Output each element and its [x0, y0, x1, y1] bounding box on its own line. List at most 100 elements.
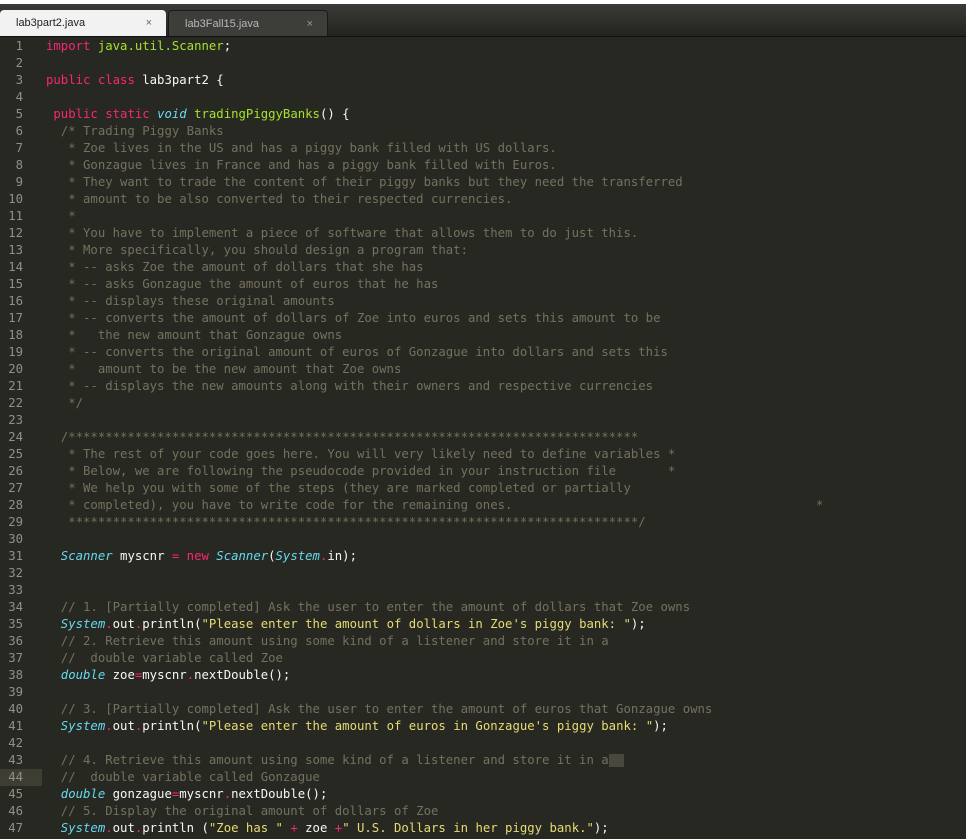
line-number: 25 — [8, 447, 23, 461]
code-line[interactable]: 33 — [0, 582, 966, 599]
code-line[interactable]: 20 * amount to be the new amount that Zo… — [0, 361, 966, 378]
code-line[interactable]: 11 * — [0, 208, 966, 225]
code-line[interactable]: 46 // 5. Display the original amount of … — [0, 803, 966, 820]
code-text: System.out.println ("Zoe has " + zoe +" … — [46, 820, 609, 837]
code-token: Scanner — [46, 549, 121, 563]
code-line[interactable]: 17 * -- converts the amount of dollars o… — [0, 310, 966, 327]
line-number: 4 — [15, 90, 23, 104]
code-line[interactable]: 3 public class lab3part2 { — [0, 72, 966, 89]
code-line[interactable]: 24 /************************************… — [0, 429, 966, 446]
code-line[interactable]: 15 * -- asks Gonzague the amount of euro… — [0, 276, 966, 293]
code-text: * -- displays these original amounts — [46, 293, 335, 310]
code-text: * The rest of your code goes here. You w… — [46, 446, 675, 463]
code-text: // 2. Retrieve this amount using some ki… — [46, 633, 609, 650]
code-line[interactable]: 37 // double variable called Zoe — [0, 650, 966, 667]
line-number: 43 — [8, 753, 23, 767]
code-line[interactable]: 41 System.out.println("Please enter the … — [0, 718, 966, 735]
line-number: 17 — [8, 311, 23, 325]
line-number: 47 — [8, 821, 23, 835]
code-line[interactable]: 5 public static void tradingPiggyBanks()… — [0, 106, 966, 123]
code-line[interactable]: 25 * The rest of your code goes here. Yo… — [0, 446, 966, 463]
code-line[interactable]: 27 * We help you with some of the steps … — [0, 480, 966, 497]
code-token: java.util.Scanner — [97, 39, 224, 53]
code-line[interactable]: 26 * Below, we are following the pseudoc… — [0, 463, 966, 480]
code-token: println ( — [142, 821, 209, 835]
code-line[interactable]: 43 // 4. Retrieve this amount using some… — [0, 752, 966, 769]
code-text: double zoe=myscnr.nextDouble(); — [46, 667, 291, 684]
code-line[interactable]: 39 — [0, 684, 966, 701]
code-line[interactable]: 30 — [0, 531, 966, 548]
code-line[interactable]: 13 * More specifically, you should desig… — [0, 242, 966, 259]
code-text: * amount to be the new amount that Zoe o… — [46, 361, 401, 378]
code-token: ); — [630, 617, 646, 631]
code-line[interactable]: 19 * -- converts the original amount of … — [0, 344, 966, 361]
code-token: * -- asks Zoe the amount of dollars that… — [46, 260, 424, 274]
code-line[interactable]: 45 double gonzague=myscnr.nextDouble(); — [0, 786, 966, 803]
line-number: 44 — [8, 770, 23, 784]
code-text: * completed), you have to write code for… — [46, 497, 823, 514]
code-text: * Zoe lives in the US and has a piggy ba… — [46, 140, 557, 157]
code-token: // 4. Retrieve this amount using some ki… — [46, 753, 609, 767]
code-line[interactable]: 6 /* Trading Piggy Banks — [0, 123, 966, 140]
code-line[interactable]: 8 * Gonzague lives in France and has a p… — [0, 157, 966, 174]
code-line[interactable]: 22 */ — [0, 395, 966, 412]
code-token: myscnr — [179, 787, 224, 801]
code-token: * The rest of your code goes here. You w… — [46, 447, 676, 461]
code-line[interactable]: 16 * -- displays these original amounts — [0, 293, 966, 310]
code-line[interactable]: 32 — [0, 565, 966, 582]
code-line[interactable]: 31 Scanner myscnr = new Scanner(System.i… — [0, 548, 966, 565]
code-editor[interactable]: 1 import java.util.Scanner; 2 3 public class… — [0, 38, 966, 839]
code-line[interactable]: 36 // 2. Retrieve this amount using some… — [0, 633, 966, 650]
line-number: 13 — [8, 243, 23, 257]
code-token: // double variable called Gonzague — [46, 770, 320, 784]
code-line[interactable]: 23 — [0, 412, 966, 429]
code-token: zoe — [112, 668, 135, 682]
code-text: * -- asks Zoe the amount of dollars that… — [46, 259, 424, 276]
code-line[interactable]: 1 import java.util.Scanner; — [0, 38, 966, 55]
code-line[interactable]: 44 // double variable called Gonzague — [0, 769, 966, 786]
code-line[interactable]: 14 * -- asks Zoe the amount of dollars t… — [0, 259, 966, 276]
code-line[interactable]: 9 * They want to trade the content of th… — [0, 174, 966, 191]
code-text: * — [46, 208, 75, 225]
tab-lab3fall15[interactable]: lab3Fall15.java × — [168, 10, 328, 36]
code-token: " U.S. Dollars in her piggy bank." — [342, 821, 594, 835]
code-token: * You have to implement a piece of softw… — [46, 226, 639, 240]
code-text: * More specifically, you should design a… — [46, 242, 468, 259]
code-line[interactable]: 47 System.out.println ("Zoe has " + zoe … — [0, 820, 966, 837]
line-number: 28 — [8, 498, 23, 512]
code-line[interactable]: 7 * Zoe lives in the US and has a piggy … — [0, 140, 966, 157]
code-line[interactable]: 42 — [0, 735, 966, 752]
code-token: * amount to be the new amount that Zoe o… — [46, 362, 402, 376]
code-token: ( — [268, 549, 276, 563]
line-number: 18 — [8, 328, 23, 342]
code-line[interactable]: 38 double zoe=myscnr.nextDouble(); — [0, 667, 966, 684]
code-line[interactable]: 21 * -- displays the new amounts along w… — [0, 378, 966, 395]
code-text: /* Trading Piggy Banks — [46, 123, 224, 140]
tab-lab3part2[interactable]: lab3part2.java × — [0, 10, 166, 36]
code-line[interactable]: 34 // 1. [Partially completed] Ask the u… — [0, 599, 966, 616]
code-line[interactable]: 2 — [0, 55, 966, 72]
close-tab-icon[interactable]: × — [307, 11, 313, 37]
code-line[interactable]: 29 *************************************… — [0, 514, 966, 531]
code-line[interactable]: 4 — [0, 89, 966, 106]
code-line[interactable]: 40 // 3. [Partially completed] Ask the u… — [0, 701, 966, 718]
code-token: // double variable called Zoe — [46, 651, 283, 665]
line-number: 33 — [8, 583, 23, 597]
code-line[interactable]: 10 * amount to be also converted to thei… — [0, 191, 966, 208]
code-text: public static void tradingPiggyBanks() { — [46, 106, 349, 123]
code-token: System — [275, 549, 320, 563]
code-line[interactable]: 12 * You have to implement a piece of so… — [0, 225, 966, 242]
line-number: 27 — [8, 481, 23, 495]
close-tab-icon[interactable]: × — [146, 10, 152, 36]
line-number: 29 — [8, 515, 23, 529]
code-line[interactable]: 18 * the new amount that Gonzague owns — [0, 327, 966, 344]
code-token: . — [105, 719, 113, 733]
code-line[interactable]: 28 * completed), you have to write code … — [0, 497, 966, 514]
code-token: = new — [171, 549, 217, 563]
code-line[interactable]: 35 System.out.println("Please enter the … — [0, 616, 966, 633]
code-token: out — [112, 617, 135, 631]
code-token: * They want to trade the content of thei… — [46, 175, 683, 189]
line-number: 9 — [15, 175, 23, 189]
code-token: myscnr — [142, 668, 187, 682]
code-token: . — [105, 821, 113, 835]
